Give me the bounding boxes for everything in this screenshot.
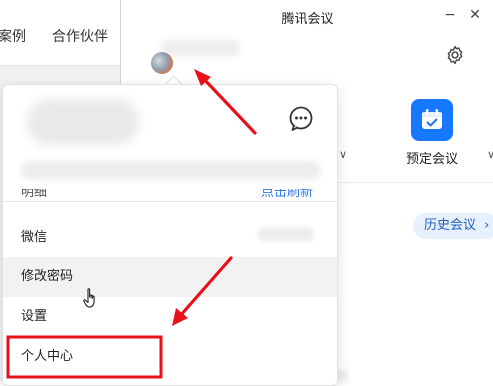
blurred-info-bar xyxy=(21,161,321,179)
avatar[interactable] xyxy=(151,52,173,74)
blurred-username xyxy=(161,40,241,56)
nav-item-partners[interactable]: 合作伙伴 xyxy=(52,26,108,46)
menu-item-settings[interactable]: 设置 xyxy=(3,297,337,337)
calendar-icon[interactable] xyxy=(411,99,453,141)
web-nav-bar: 案例 合作伙伴 xyxy=(0,0,122,66)
history-meetings-button[interactable]: 历史会议 › xyxy=(413,213,493,239)
blurred-content xyxy=(258,227,314,241)
account-dropdown-menu: 明细 点击刷新 微信 修改密码 设置 个人中心 xyxy=(2,84,338,386)
blurred-profile-header xyxy=(27,99,139,145)
partial-left-text: 明细 xyxy=(21,189,48,200)
chevron-right-icon: › xyxy=(484,218,490,233)
menu-item-label: 微信 xyxy=(21,230,48,245)
refresh-link[interactable]: 点击刷新 xyxy=(261,189,313,200)
chevron-down-icon[interactable]: ∨ xyxy=(339,148,347,161)
nav-item-cases[interactable]: 案例 xyxy=(0,26,26,46)
chevron-down-icon[interactable]: ∨ xyxy=(487,148,493,161)
message-icon[interactable] xyxy=(287,105,315,133)
minimize-button[interactable]: − xyxy=(439,5,461,25)
menu-item-personal-center[interactable]: 个人中心 xyxy=(3,337,337,377)
history-meetings-label: 历史会议 xyxy=(424,218,477,233)
hand-cursor-icon xyxy=(83,288,95,308)
menu-separator xyxy=(3,201,337,202)
close-button[interactable]: ✕ xyxy=(464,5,486,25)
title-bar: 腾讯会议 − ✕ xyxy=(121,0,493,34)
app-title: 腾讯会议 xyxy=(281,12,334,27)
menu-item-label: 修改密码 xyxy=(21,269,74,284)
menu-item-change-password[interactable]: 修改密码 xyxy=(3,257,337,297)
schedule-meeting-label[interactable]: 预定会议 xyxy=(406,148,458,167)
menu-item-label: 设置 xyxy=(21,309,48,324)
gear-icon[interactable] xyxy=(444,44,466,66)
menu-item-label: 个人中心 xyxy=(21,349,74,364)
